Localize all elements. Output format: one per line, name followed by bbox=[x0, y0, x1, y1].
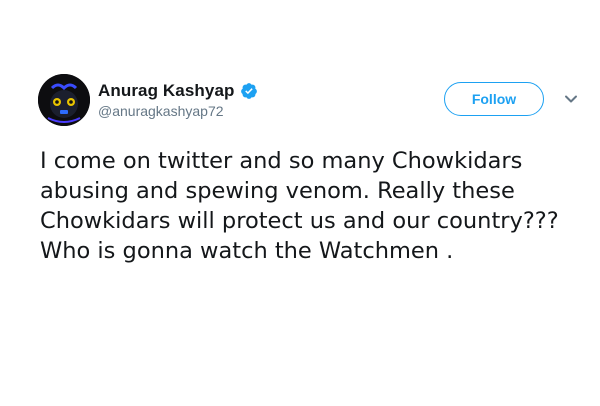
chevron-down-icon[interactable] bbox=[564, 92, 578, 106]
tweet-text: I come on twitter and so many Chowkidars… bbox=[40, 146, 590, 266]
tweet-card: Anurag Kashyap @anuragkashyap72 Follow I… bbox=[0, 0, 600, 406]
tweet-text-line: Who is gonna watch the Watchmen . bbox=[40, 238, 454, 264]
verified-badge-icon bbox=[240, 82, 258, 100]
avatar[interactable] bbox=[38, 74, 90, 126]
profile-avatar-image bbox=[38, 74, 90, 126]
display-name-row: Anurag Kashyap bbox=[98, 80, 258, 102]
follow-button[interactable]: Follow bbox=[444, 82, 544, 116]
author-handle[interactable]: @anuragkashyap72 bbox=[98, 103, 258, 119]
tweet-header: Anurag Kashyap @anuragkashyap72 Follow bbox=[38, 74, 583, 132]
tweet-text-line: abusing and spewing venom. Really these bbox=[40, 178, 515, 204]
author-info: Anurag Kashyap @anuragkashyap72 bbox=[98, 80, 258, 119]
author-display-name[interactable]: Anurag Kashyap bbox=[98, 81, 235, 101]
tweet-text-line: I come on twitter and so many Chowkidars bbox=[40, 148, 523, 174]
tweet-text-line: Chowkidars will protect us and our count… bbox=[40, 208, 559, 234]
